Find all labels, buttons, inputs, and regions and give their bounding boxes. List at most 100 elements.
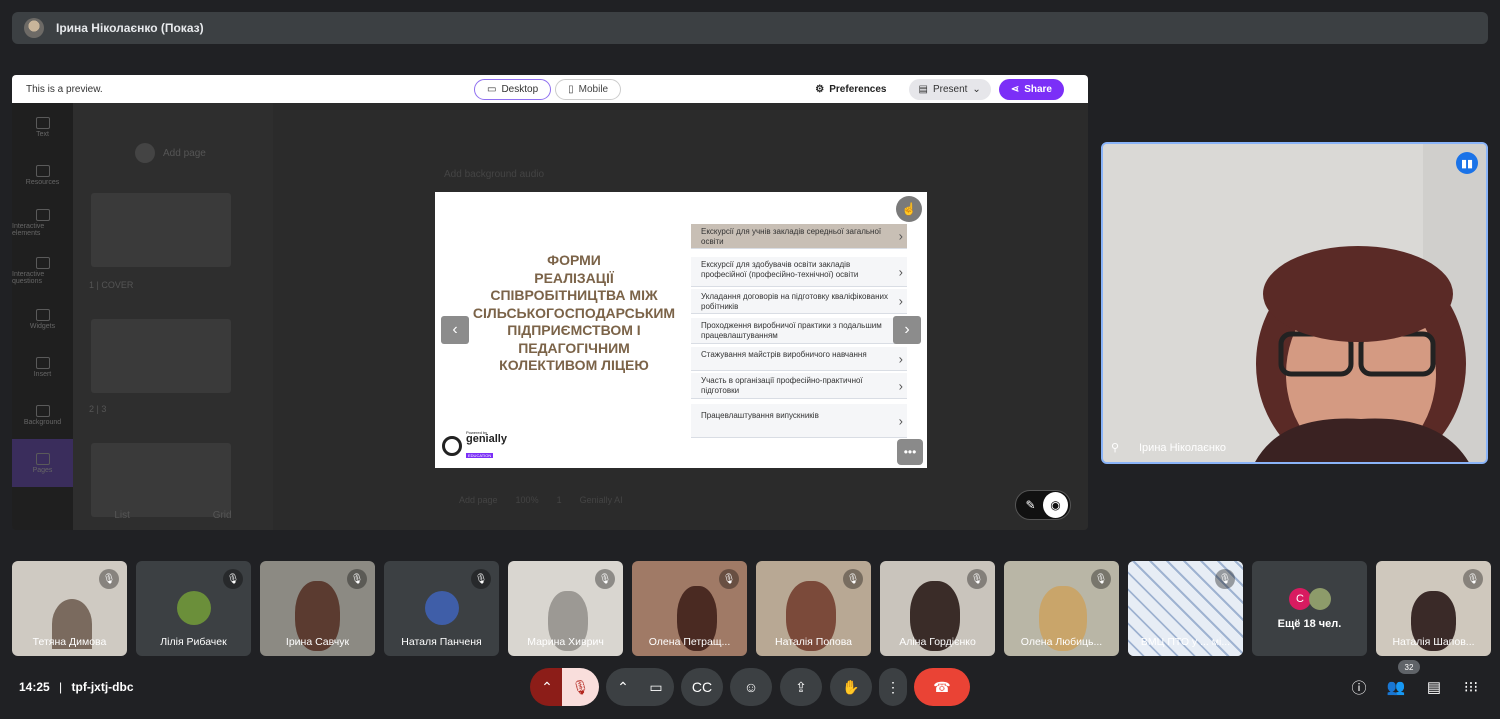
- camera-toggle-button[interactable]: ▭: [638, 668, 674, 706]
- tool-widgets[interactable]: Widgets: [12, 295, 73, 343]
- zoom-level[interactable]: 100%: [516, 495, 539, 505]
- mic-off-icon: 🎙: [223, 569, 243, 589]
- slide-item[interactable]: Укладання договорів на підготовку кваліф…: [691, 289, 907, 314]
- genially-logo-icon: [442, 436, 462, 456]
- editor-toolbar: Text Resources Interactive elements Inte…: [12, 103, 73, 530]
- more-participants-tile[interactable]: С Ещё 18 чел.: [1252, 561, 1367, 656]
- preferences-button[interactable]: ⚙ Preferences: [815, 84, 886, 95]
- participant-tile[interactable]: 🎙 Тетяна Димова: [12, 561, 127, 656]
- tool-insert[interactable]: Insert: [12, 343, 73, 391]
- participant-name: Наталя Панченя: [401, 636, 482, 648]
- phone-icon: ▯: [568, 84, 574, 95]
- page-number: 1: [556, 495, 562, 505]
- mic-toggle-button[interactable]: 🎙: [562, 668, 599, 706]
- page-thumbnail[interactable]: [91, 193, 231, 267]
- prev-slide-button[interactable]: ‹: [441, 316, 469, 344]
- list-view-button[interactable]: List: [114, 510, 130, 521]
- slide-item[interactable]: Проходження виробничої практики з подаль…: [691, 318, 907, 344]
- avatar: [1309, 588, 1331, 610]
- participant-name: ВМЦ ПТО у ... мі...: [1140, 636, 1231, 648]
- participant-name: Лілія Рибачек: [160, 636, 227, 648]
- more-vert-icon: ⋮: [886, 678, 900, 695]
- apps-grid-icon: ⁝⁝⁝: [1463, 679, 1479, 696]
- chat-button[interactable]: ▤: [1423, 676, 1445, 698]
- slide-item[interactable]: Екскурсії для здобувачів освіти закладів…: [691, 257, 907, 287]
- desktop-label: Desktop: [501, 84, 539, 95]
- desktop-toggle[interactable]: ▭ Desktop: [474, 79, 552, 100]
- add-page-control[interactable]: Add page: [459, 495, 498, 505]
- slide-item[interactable]: Участь в організації професійно-практичн…: [691, 373, 907, 399]
- mobile-toggle[interactable]: ▯ Mobile: [555, 79, 622, 100]
- leave-call-button[interactable]: ☎: [914, 668, 970, 706]
- captions-button[interactable]: CC: [681, 668, 723, 706]
- participant-tile[interactable]: 🎙 Марина Хиврич: [508, 561, 623, 656]
- participant-tile[interactable]: 🎙 Олена Любиць...: [1004, 561, 1119, 656]
- slide-item[interactable]: Екскурсії для учнів закладів середньої з…: [691, 224, 907, 249]
- share-button[interactable]: ⋖ Share: [998, 79, 1064, 100]
- grid-view-button[interactable]: Grid: [213, 510, 232, 521]
- tool-label: Background: [23, 418, 62, 426]
- chevron-right-icon: ›: [898, 377, 903, 393]
- tool-background[interactable]: Background: [12, 391, 73, 439]
- slide-item[interactable]: Стажування майстрів виробничого навчання…: [691, 347, 907, 371]
- info-icon: ⓘ: [1351, 679, 1367, 697]
- people-button[interactable]: 👥: [1385, 676, 1407, 698]
- speaker-video: [1103, 144, 1486, 462]
- add-background-audio[interactable]: Add background audio: [444, 169, 544, 180]
- background-icon: [35, 404, 50, 417]
- meeting-details-button[interactable]: ⓘ: [1348, 676, 1370, 698]
- eye-icon: ◉: [1043, 492, 1068, 518]
- phone-hangup-icon: ☎: [933, 678, 951, 695]
- participant-tile[interactable]: 🎙 ВМЦ ПТО у ... мі...: [1128, 561, 1243, 656]
- add-page-label: Add page: [163, 147, 206, 159]
- mic-off-icon: 🎙: [99, 569, 119, 589]
- widgets-icon: [35, 308, 50, 321]
- activities-button[interactable]: ⁝⁝⁝: [1460, 676, 1482, 698]
- canvas-controls: Add page 100% 1 Genially AI: [459, 495, 623, 505]
- audio-options-button[interactable]: ⌃: [530, 668, 564, 706]
- chat-icon: ▤: [1426, 679, 1442, 696]
- tool-resources[interactable]: Resources: [12, 151, 73, 199]
- pencil-icon: ✎: [1025, 498, 1036, 512]
- participant-tile[interactable]: 🎙 Аліна Гордієнко: [880, 561, 995, 656]
- edit-view-toggle[interactable]: ✎ ◉: [1015, 490, 1071, 520]
- tool-label: Insert: [33, 370, 52, 378]
- more-options-button[interactable]: •••: [897, 439, 923, 465]
- page-thumbnails: Add page 1 | COVER 2 | 3 List Grid: [73, 103, 273, 530]
- participant-tile[interactable]: 🎙 Наталя Панченя: [384, 561, 499, 656]
- more-options-button[interactable]: ⋮: [879, 668, 907, 706]
- raise-hand-button[interactable]: ✋: [830, 668, 872, 706]
- presenter-avatar: [24, 18, 44, 38]
- participant-tile[interactable]: 🎙 Лілія Рибачек: [136, 561, 251, 656]
- participant-tile[interactable]: 🎙 Олена Петращ...: [632, 561, 747, 656]
- speaker-tile[interactable]: ▮▮ ⚲ Ірина Ніколаєнко: [1101, 142, 1488, 464]
- page-thumbnail[interactable]: [91, 319, 231, 393]
- genially-ai-button[interactable]: Genially AI: [580, 495, 623, 505]
- tool-interactive-elements[interactable]: Interactive elements: [12, 199, 73, 247]
- participant-tile[interactable]: 🎙 Наталія Попова: [756, 561, 871, 656]
- participant-tile[interactable]: 🎙 Ірина Савчук: [260, 561, 375, 656]
- tool-label: Interactive questions: [12, 271, 45, 285]
- presentation-banner: Ірина Ніколаєнко (Показ): [12, 12, 1488, 44]
- tool-pages[interactable]: Pages: [12, 439, 73, 487]
- view-switch: List Grid: [73, 500, 273, 530]
- video-options-button[interactable]: ⌃: [606, 668, 640, 706]
- slide: ФОРМИ РЕАЛІЗАЦІЇ СПІВРОБІТНИЦТВА МІЖ СІЛ…: [435, 192, 927, 468]
- present-button[interactable]: ▤ Present ⌄: [908, 79, 991, 100]
- add-page-button[interactable]: Add page: [135, 143, 206, 163]
- touch-icon[interactable]: ☝: [896, 196, 922, 222]
- participant-tile[interactable]: 🎙 Наталія Шапов...: [1376, 561, 1491, 656]
- people-icon: 👥: [1386, 679, 1406, 696]
- tool-text[interactable]: Text: [12, 103, 73, 151]
- chevron-up-icon: ⌃: [617, 678, 629, 695]
- next-slide-button[interactable]: ›: [893, 316, 921, 344]
- tool-interactive-questions[interactable]: Interactive questions: [12, 247, 73, 295]
- reactions-button[interactable]: ☺: [730, 668, 772, 706]
- preview-notice: This is a preview.: [26, 83, 103, 95]
- avatar: С: [1289, 588, 1311, 610]
- genially-logo: Powered by genially EDUCATION: [442, 430, 507, 462]
- slide-item[interactable]: Працевлаштування випускників ›: [691, 404, 907, 438]
- tool-label: Interactive elements: [12, 223, 45, 237]
- present-screen-button[interactable]: ⇪: [780, 668, 822, 706]
- chevron-down-icon: ⌄: [972, 84, 981, 95]
